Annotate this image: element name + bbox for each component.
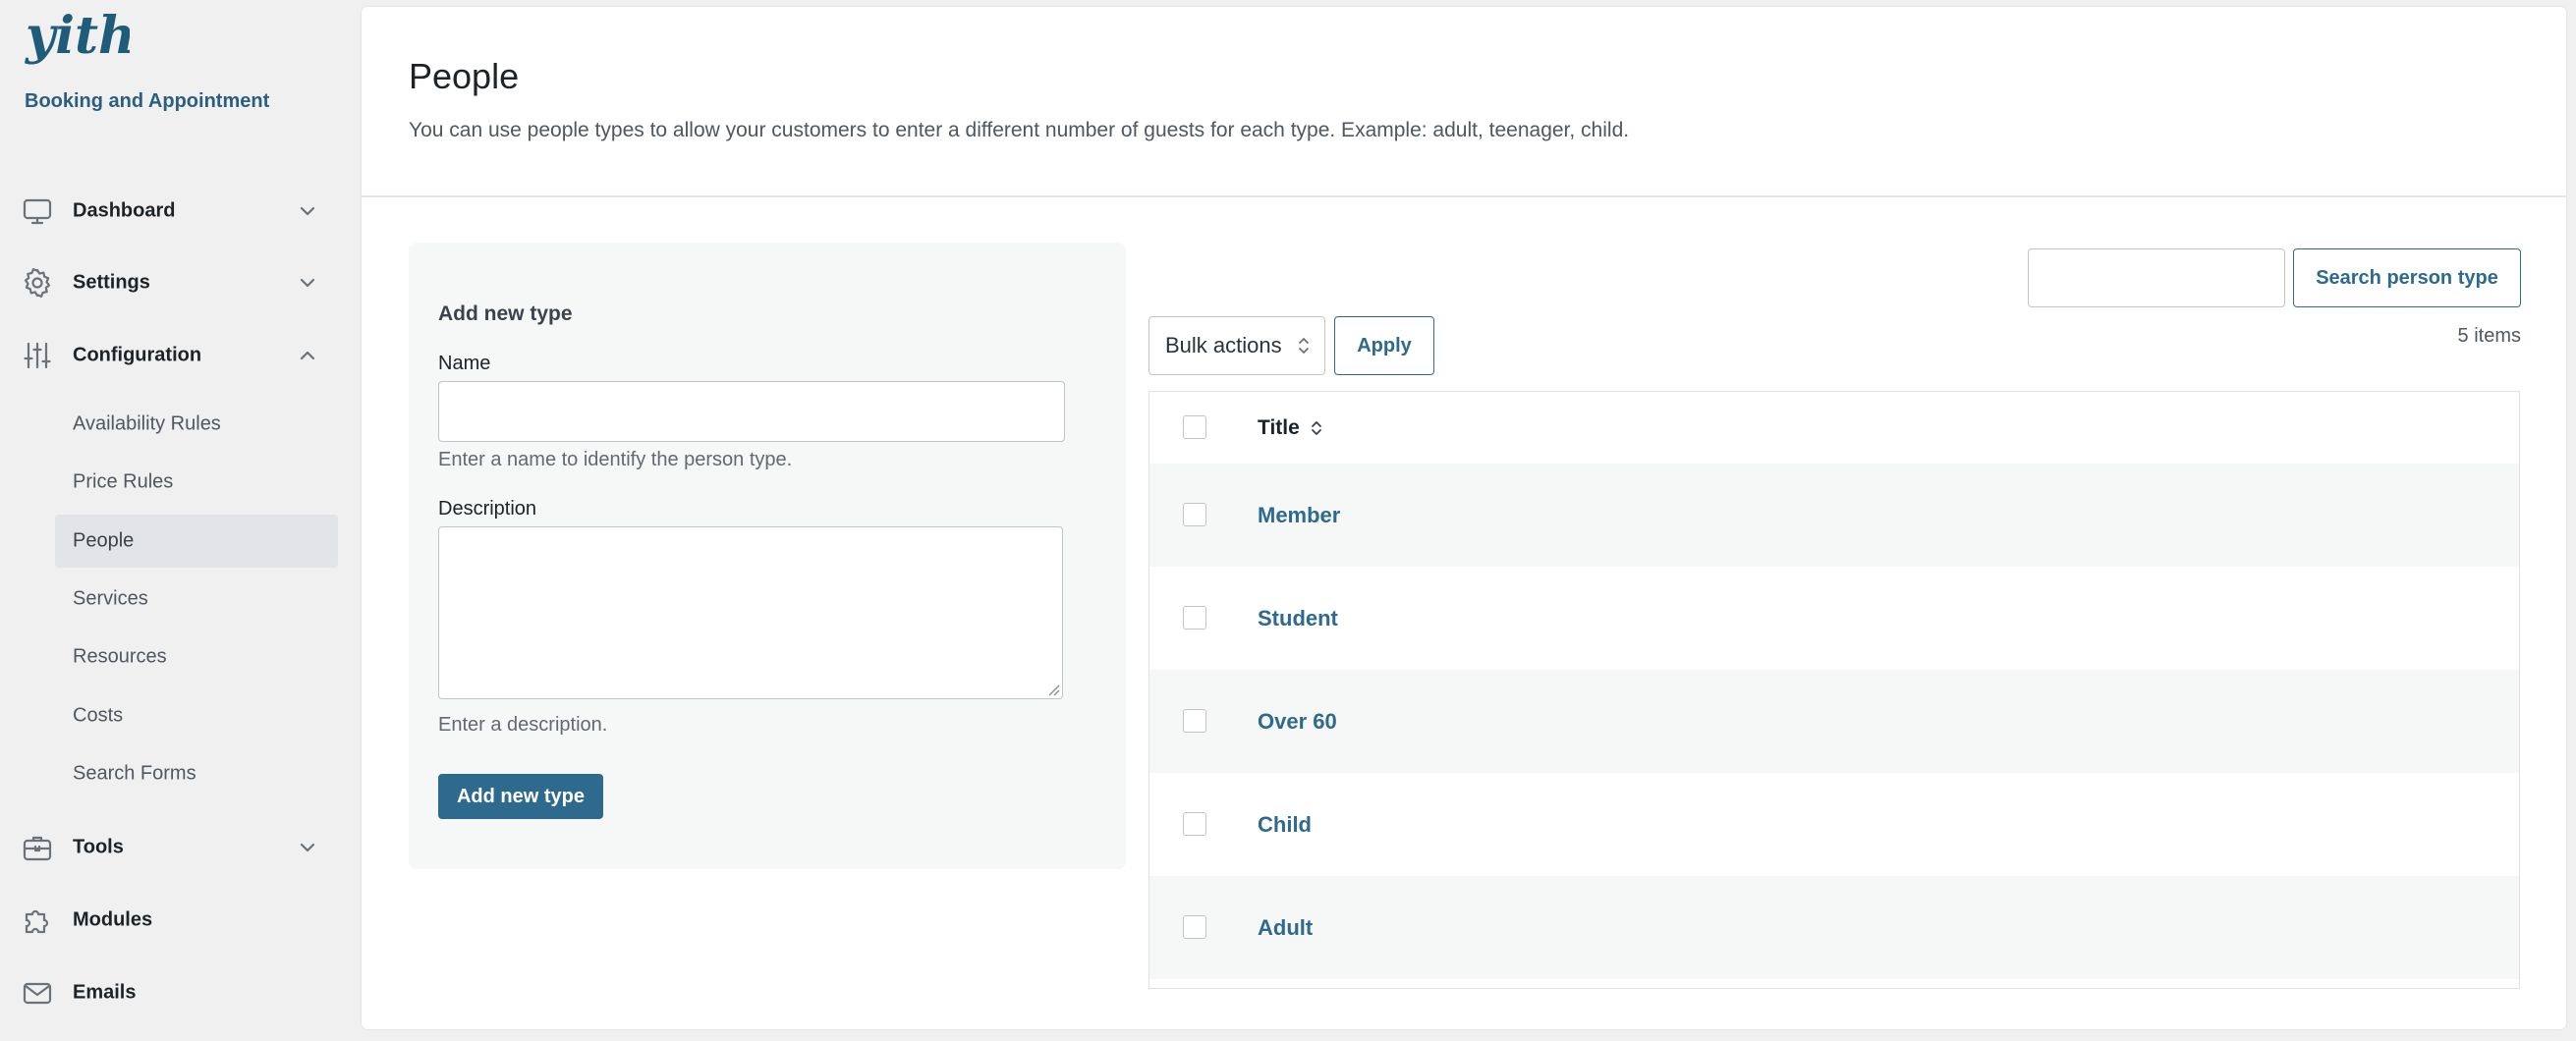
gear-icon	[24, 268, 51, 298]
sidebar-item-label: Settings	[73, 271, 150, 294]
page-title: People	[409, 56, 520, 96]
description-field[interactable]	[438, 526, 1063, 699]
add-type-form: Add new type Name Enter a name to identi…	[409, 243, 1126, 869]
sidebar-item-emails[interactable]: Emails	[0, 966, 360, 1019]
subnav-item-label: Search Forms	[73, 762, 196, 785]
chevron-down-icon[interactable]	[297, 837, 318, 858]
subnav-item-availability-rules[interactable]: Availability Rules	[55, 398, 338, 451]
puzzle-icon	[25, 909, 49, 934]
add-new-type-button[interactable]: Add new type	[438, 774, 603, 819]
sidebar-item-label: Emails	[73, 981, 137, 1004]
row-title-link[interactable]: Child	[1258, 812, 1312, 838]
monitor-icon	[23, 198, 52, 225]
chevron-up-icon[interactable]	[297, 345, 318, 366]
name-label: Name	[438, 353, 491, 374]
subnav-item-services[interactable]: Services	[55, 573, 338, 626]
sidebar-item-settings[interactable]: Settings	[0, 256, 360, 309]
subnav-item-search-forms[interactable]: Search Forms	[55, 747, 338, 800]
table-row: Student	[1149, 567, 2519, 670]
sliders-icon	[24, 342, 51, 369]
row-checkbox[interactable]	[1183, 606, 1206, 630]
table-row: Adult	[1149, 876, 2519, 979]
page-description: You can use people types to allow your c…	[409, 119, 1630, 141]
subnav-item-label: Availability Rules	[73, 412, 221, 435]
row-title-link[interactable]: Member	[1258, 503, 1340, 528]
subnav-item-label: Price Rules	[73, 470, 174, 493]
subnav-item-label: People	[73, 529, 135, 552]
sidebar-item-label: Dashboard	[73, 199, 176, 222]
toolbox-icon	[23, 836, 52, 861]
title-column-header[interactable]: Title	[1258, 416, 1323, 440]
sidebar-item-dashboard[interactable]: Dashboard	[0, 185, 360, 238]
sidebar: yith Booking and Appointment Dashboard S…	[0, 0, 360, 1041]
name-field[interactable]	[438, 381, 1065, 442]
table-row: Member	[1149, 464, 2519, 567]
table-row: Over 60	[1149, 670, 2519, 773]
sidebar-item-label: Tools	[73, 836, 124, 858]
row-checkbox[interactable]	[1183, 503, 1206, 526]
sidebar-item-tools[interactable]: Tools	[0, 821, 360, 874]
row-title-link[interactable]: Student	[1258, 606, 1338, 631]
subnav-item-label: Costs	[73, 704, 124, 727]
table-header: Title	[1149, 392, 2519, 464]
chevron-down-icon[interactable]	[297, 272, 318, 294]
yith-logo[interactable]: yith	[24, 4, 130, 75]
select-all-checkbox[interactable]	[1183, 415, 1206, 439]
search-input[interactable]	[2028, 248, 2285, 307]
subnav-item-label: Resources	[73, 645, 167, 668]
subnav-item-costs[interactable]: Costs	[55, 689, 338, 742]
title-column-label: Title	[1258, 415, 1300, 439]
bulk-actions-select[interactable]: Bulk actions	[1148, 316, 1325, 375]
header-divider	[362, 195, 2566, 197]
app: yith Booking and Appointment Dashboard S…	[0, 0, 2576, 1041]
subnav-item-label: Services	[73, 587, 148, 610]
svg-text:yith: yith	[25, 6, 130, 66]
subnav-item-people[interactable]: People	[55, 515, 338, 568]
select-arrows-icon	[1299, 338, 1309, 354]
form-title: Add new type	[438, 302, 573, 325]
row-checkbox[interactable]	[1183, 709, 1206, 733]
bulk-actions-value: Bulk actions	[1165, 333, 1282, 357]
row-checkbox[interactable]	[1183, 812, 1206, 836]
sidebar-item-label: Modules	[73, 908, 153, 931]
subnav-item-price-rules[interactable]: Price Rules	[55, 456, 338, 509]
row-checkbox[interactable]	[1183, 915, 1206, 939]
sidebar-item-configuration[interactable]: Configuration	[0, 329, 360, 382]
description-help-text: Enter a description.	[438, 714, 608, 736]
sidebar-item-label: Configuration	[73, 344, 202, 366]
row-title-link[interactable]: Adult	[1258, 915, 1313, 941]
description-label: Description	[438, 498, 537, 520]
main-panel: People You can use people types to allow…	[362, 7, 2566, 1029]
table-row: Child	[1149, 773, 2519, 876]
sidebar-item-modules[interactable]: Modules	[0, 894, 360, 947]
search-person-type-button[interactable]: Search person type	[2293, 248, 2521, 307]
apply-button[interactable]: Apply	[1334, 316, 1434, 375]
subnav-item-resources[interactable]: Resources	[55, 630, 338, 684]
sort-icon	[1311, 420, 1321, 435]
plugin-name: Booking and Appointment	[25, 90, 270, 112]
items-count: 5 items	[2457, 325, 2521, 347]
row-title-link[interactable]: Over 60	[1258, 709, 1337, 735]
person-types-table: Title Member Student Over 60 Child Adult	[1148, 391, 2520, 989]
resize-handle-icon[interactable]	[1046, 683, 1060, 696]
envelope-icon	[23, 982, 52, 1005]
chevron-down-icon[interactable]	[297, 200, 318, 222]
name-help-text: Enter a name to identify the person type…	[438, 449, 793, 470]
